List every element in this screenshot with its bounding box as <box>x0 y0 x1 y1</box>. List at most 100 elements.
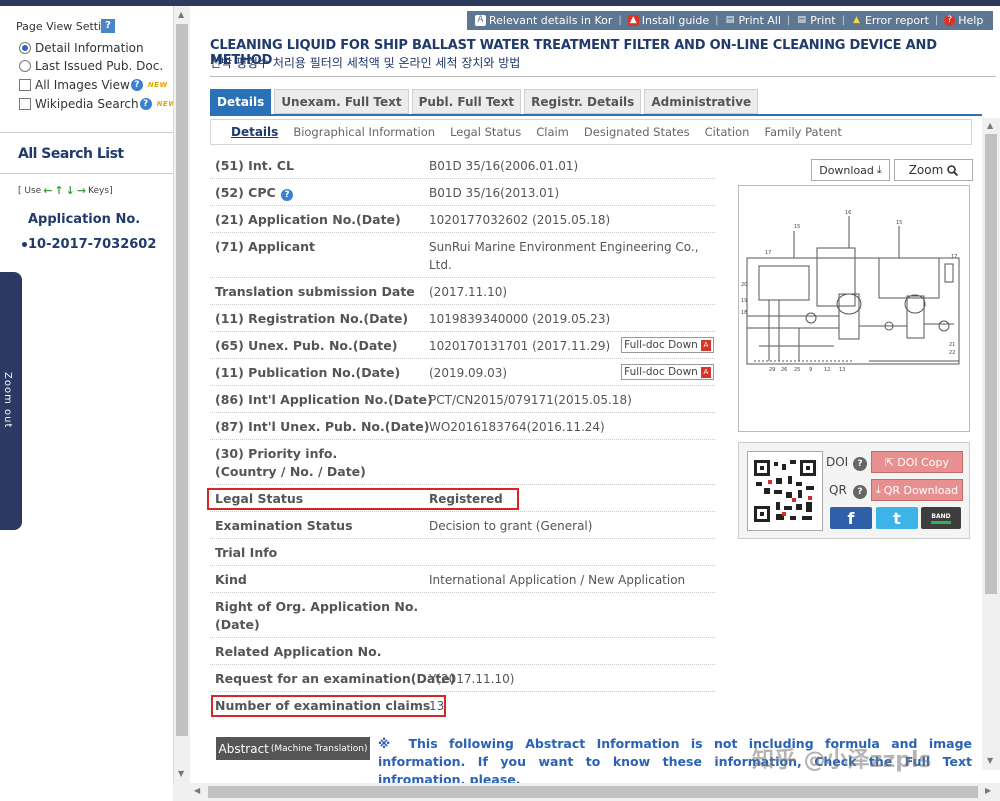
radio-selected-icon[interactable] <box>19 42 31 54</box>
tab-unexam-full-text[interactable]: Unexam. Full Text <box>274 89 409 114</box>
svg-text:17: 17 <box>765 250 771 256</box>
question-icon[interactable]: ? <box>853 457 867 471</box>
checkbox-icon[interactable] <box>19 98 31 110</box>
svg-text:15: 15 <box>794 224 800 230</box>
tab-administrative[interactable]: Administrative <box>644 89 759 114</box>
question-icon[interactable]: ? <box>281 189 294 201</box>
row-intl-unex-pub-no: (87) Int'l Unex. Pub. No.(Date) WO201618… <box>210 413 715 440</box>
subtab-citation[interactable]: Citation <box>705 125 750 139</box>
install-guide-button[interactable]: ▲ Install guide <box>627 14 709 27</box>
option-label: Last Issued Pub. Doc. <box>35 59 164 73</box>
field-value: (2019.09.03) <box>429 366 508 380</box>
bottom-scrollbar[interactable]: ◀ ▶ <box>190 783 1000 801</box>
subtab-biographical[interactable]: Biographical Information <box>293 125 435 139</box>
application-no-link[interactable]: 10-2017-7032602 <box>21 237 156 252</box>
pdf-icon: A <box>700 339 711 351</box>
field-label: (Country / No. / Date) <box>215 464 366 479</box>
tab-details[interactable]: Details <box>210 89 272 114</box>
twitter-share-button[interactable]: t <box>876 507 918 529</box>
right-scrollbar[interactable]: ▲ ▼ <box>982 118 1000 770</box>
watermark: 知乎 @小泽zzpls <box>752 748 932 773</box>
scroll-thumb[interactable] <box>208 786 978 798</box>
question-icon[interactable]: ? <box>853 485 867 499</box>
print-all-button[interactable]: ▤ Print All <box>724 14 781 27</box>
zoom-out-tab[interactable]: Zoom out <box>0 272 22 530</box>
help-button[interactable]: ? Help <box>944 14 983 27</box>
scroll-left-icon[interactable]: ◀ <box>194 786 200 795</box>
row-unex-pub-no: (65) Unex. Pub. No.(Date) 1020170131701 … <box>210 332 715 359</box>
error-report-button[interactable]: ▲ Error report <box>851 14 929 27</box>
field-label: (11) Registration No.(Date) <box>215 311 409 326</box>
option-all-images-view[interactable]: All Images View ? NEW <box>19 78 168 92</box>
row-publication-no: (11) Publication No.(Date) (2019.09.03) … <box>210 359 715 386</box>
download-icon: ⤓ <box>875 483 881 496</box>
left-panel: Page View Setting ? Detail Information L… <box>0 6 176 801</box>
full-doc-download-button[interactable]: Full-doc Down A <box>621 337 714 353</box>
subtab-legal-status[interactable]: Legal Status <box>450 125 521 139</box>
scroll-down-icon[interactable]: ▼ <box>987 756 993 765</box>
patent-drawing-illustration: 17 15 16 15 17 20 19 18 21 22 29 26 25 9 12 13 <box>741 210 960 373</box>
svg-text:15: 15 <box>896 220 902 226</box>
arrow-up-icon: ↑ <box>54 184 64 197</box>
checkbox-icon[interactable] <box>19 79 31 91</box>
abstract-button[interactable]: Abstract (Machine Translation) <box>216 737 370 760</box>
row-translation-date: Translation submission Date (2017.11.10) <box>210 278 715 305</box>
print-button[interactable]: ▤ Print <box>796 14 836 27</box>
full-doc-label: Full-doc Down <box>624 366 698 378</box>
tab-registr-details[interactable]: Registr. Details <box>524 89 642 114</box>
subtab-claim[interactable]: Claim <box>536 125 569 139</box>
option-last-issued[interactable]: Last Issued Pub. Doc. <box>19 59 163 73</box>
magnifier-icon <box>947 164 959 176</box>
relevant-details-kor-button[interactable]: A Relevant details in Kor <box>475 14 612 27</box>
scroll-corner <box>173 783 190 801</box>
warning-icon: ▲ <box>853 15 860 25</box>
scroll-up-icon[interactable]: ▲ <box>987 121 993 130</box>
qr-download-button[interactable]: ⤓ QR Download <box>871 479 963 501</box>
toolbar-label: Relevant details in Kor <box>489 14 613 27</box>
separator: | <box>841 15 845 26</box>
divider <box>210 76 996 77</box>
subtab-designated-states[interactable]: Designated States <box>584 125 690 139</box>
field-label: (51) Int. CL <box>215 158 294 173</box>
tab-publ-full-text[interactable]: Publ. Full Text <box>411 89 522 114</box>
separator: | <box>618 15 622 26</box>
field-value: SunRui Marine Environment Engineering Co… <box>429 240 699 254</box>
option-label: All Images View <box>35 78 130 92</box>
scroll-up-icon[interactable]: ▲ <box>178 10 184 19</box>
scroll-thumb[interactable] <box>985 134 997 594</box>
option-wikipedia-search[interactable]: Wikipedia Search ? NEW <box>19 97 176 111</box>
download-button[interactable]: Download ⤓ <box>811 159 890 181</box>
facebook-share-button[interactable]: f <box>830 507 872 529</box>
field-value: PCT/CN2015/079171(2015.05.18) <box>429 393 632 407</box>
radio-icon[interactable] <box>19 60 31 72</box>
option-detail-information[interactable]: Detail Information <box>19 41 144 55</box>
row-int-cl: (51) Int. CL B01D 35/16(2006.01.01) <box>210 152 715 179</box>
field-value: B01D 35/16(2013.01) <box>429 186 560 200</box>
scroll-down-icon[interactable]: ▼ <box>178 769 184 778</box>
share-box: DOI ? QR ? ⇱ DOI Copy ⤓ QR Download f t … <box>738 442 970 539</box>
doi-copy-button[interactable]: ⇱ DOI Copy <box>871 451 963 473</box>
scroll-right-icon[interactable]: ▶ <box>985 786 991 795</box>
arrow-down-icon: ↓ <box>65 184 75 197</box>
field-value: WO2016183764(2016.11.24) <box>429 420 605 434</box>
zoom-button[interactable]: Zoom <box>894 159 973 181</box>
subtab-family-patent[interactable]: Family Patent <box>764 125 842 139</box>
question-icon[interactable]: ? <box>139 98 152 110</box>
field-value: Decision to grant (General) <box>429 519 593 533</box>
field-label: Kind <box>215 572 247 587</box>
pdf-icon: ▲ <box>627 15 639 26</box>
full-doc-download-button[interactable]: Full-doc Down A <box>621 364 714 380</box>
field-label: (21) Application No.(Date) <box>215 212 401 227</box>
band-share-button[interactable]: BAND <box>921 507 961 529</box>
field-value: 1020170131701 (2017.11.29) <box>429 339 611 353</box>
field-label-text: (52) CPC <box>215 185 276 200</box>
tabs-underline <box>210 114 982 116</box>
subtab-details[interactable]: Details <box>231 125 278 139</box>
scroll-thumb[interactable] <box>176 24 188 736</box>
left-scrollbar[interactable]: ▲ ▼ <box>173 6 190 783</box>
svg-text:26: 26 <box>781 367 787 373</box>
question-icon[interactable]: ? <box>130 79 143 91</box>
option-label: Detail Information <box>35 41 144 55</box>
help-icon[interactable]: ? <box>101 19 115 33</box>
patent-drawing-image[interactable]: 17 15 16 15 17 20 19 18 21 22 29 26 25 9 12 13 <box>738 185 970 432</box>
